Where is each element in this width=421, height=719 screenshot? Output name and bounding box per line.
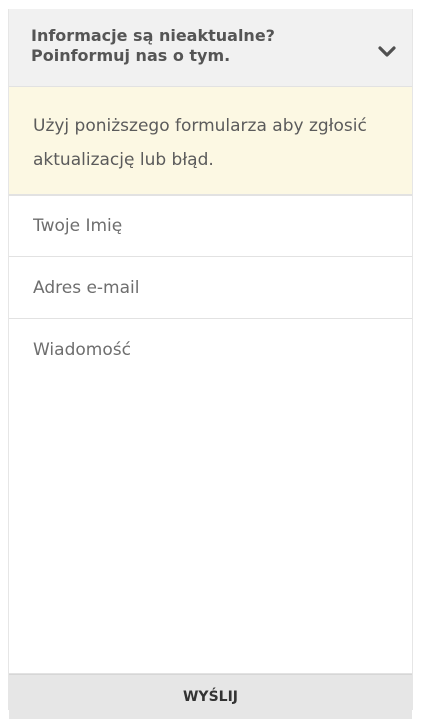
submit-button[interactable]: WYŚLIJ	[9, 674, 412, 719]
chevron-down-icon[interactable]	[378, 45, 396, 59]
info-notice: Użyj poniższego formularza aby zgłosić a…	[9, 87, 412, 195]
message-field[interactable]	[9, 319, 412, 674]
header-title: Informacje są nieaktualne? Poinformuj na…	[31, 26, 275, 65]
name-field[interactable]	[9, 195, 412, 257]
report-update-panel: Informacje są nieaktualne? Poinformuj na…	[8, 9, 413, 719]
notice-text: Użyj poniższego formularza aby zgłosić a…	[33, 116, 367, 170]
collapsible-header[interactable]: Informacje są nieaktualne? Poinformuj na…	[9, 9, 412, 87]
email-field[interactable]	[9, 257, 412, 319]
